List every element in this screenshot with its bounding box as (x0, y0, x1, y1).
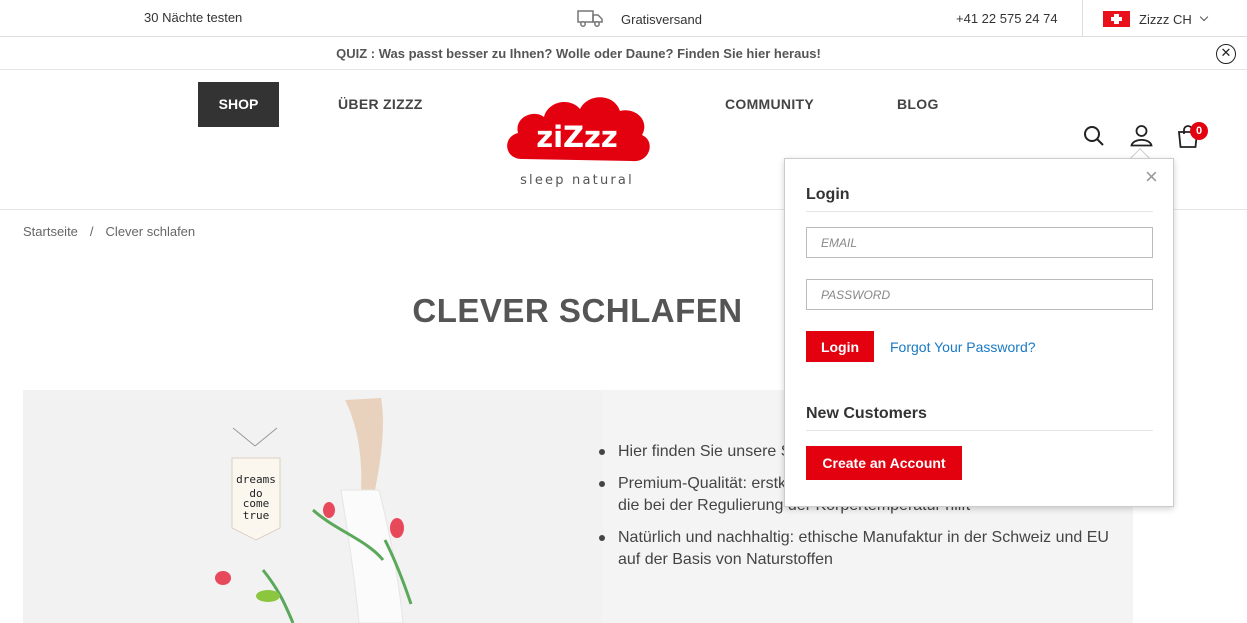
list-item: Natürlich und nachhaltig: ethische Manuf… (598, 527, 1118, 571)
create-account-button[interactable]: Create an Account (806, 446, 962, 480)
top-bar: 30 Nächte testen Gratisversand +41 22 57… (0, 0, 1247, 37)
trial-nights-text: 30 Nächte testen (144, 10, 243, 25)
quiz-link[interactable]: QUIZ : Was passt besser zu Ihnen? Wolle … (0, 46, 1157, 61)
phone-number[interactable]: +41 22 575 24 74 (956, 11, 1058, 26)
swiss-flag-icon (1103, 11, 1130, 27)
email-field[interactable] (806, 227, 1153, 258)
truck-icon (577, 9, 603, 30)
svg-text:true: true (243, 509, 270, 522)
nav-about[interactable]: ÜBER ZIZZZ (338, 96, 423, 112)
quiz-banner: QUIZ : Was passt besser zu Ihnen? Wolle … (0, 37, 1247, 70)
new-customers-divider (806, 430, 1153, 431)
logo-tagline: sleep natural (520, 173, 634, 187)
login-heading: Login (806, 186, 850, 203)
breadcrumb-current: Clever schlafen (105, 224, 196, 239)
hero-image: dreams do come true (23, 390, 603, 623)
breadcrumb-separator: / (89, 224, 94, 239)
account-icon[interactable] (1130, 124, 1153, 152)
region-label: Zizzz CH (1139, 11, 1192, 27)
topbar-divider (1082, 0, 1083, 37)
chevron-down-icon (1199, 12, 1208, 22)
password-field[interactable] (806, 279, 1153, 310)
breadcrumb: Startseite / Clever schlafen (23, 224, 195, 239)
login-divider (806, 211, 1153, 212)
login-popup: × Login Login Forgot Your Password? New … (784, 158, 1174, 507)
nav-community[interactable]: COMMUNITY (725, 96, 814, 112)
shop-nav-button[interactable]: SHOP (198, 82, 279, 127)
cart-count-badge: 0 (1190, 122, 1208, 140)
svg-text:dreams: dreams (236, 473, 276, 486)
logo-wordmark: ziZzz (536, 120, 618, 154)
new-customers-heading: New Customers (806, 405, 927, 422)
region-selector[interactable]: Zizzz CH (1103, 11, 1208, 27)
forgot-password-link[interactable]: Forgot Your Password? (890, 339, 1036, 355)
free-shipping-text: Gratisversand (621, 12, 702, 27)
zizzz-logo[interactable]: ziZzz sleep natural (500, 87, 655, 188)
login-button[interactable]: Login (806, 331, 874, 362)
close-banner-icon[interactable]: ✕ (1216, 44, 1236, 64)
close-icon[interactable]: × (1145, 166, 1158, 188)
breadcrumb-home[interactable]: Startseite (23, 224, 78, 239)
free-shipping: Gratisversand (577, 9, 702, 30)
search-icon[interactable] (1083, 125, 1105, 152)
nav-blog[interactable]: BLOG (897, 96, 939, 112)
